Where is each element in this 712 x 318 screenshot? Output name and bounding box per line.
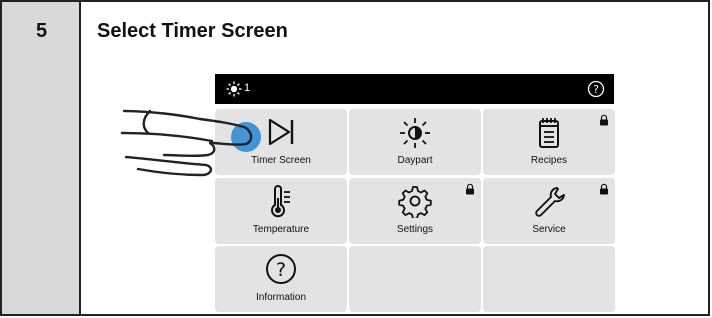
device-screen: 1 ? Timer Screen Daypart Recipes Tempera… (215, 74, 615, 312)
svg-text:?: ? (593, 83, 599, 96)
top-bar: 1 ? (215, 74, 614, 104)
tile-label: Service (532, 224, 566, 235)
brightness-level: 1 (244, 82, 251, 94)
tile-label: Information (255, 292, 307, 303)
pointing-hand-icon (120, 109, 261, 177)
step-title: Select Timer Screen (97, 20, 288, 42)
gear-icon (398, 186, 432, 218)
thermometer-icon (271, 185, 290, 218)
step-number: 5 (35, 20, 48, 42)
tile-temperature[interactable]: Temperature (215, 178, 347, 244)
tile-empty (483, 246, 615, 312)
tile-recipes[interactable]: Recipes (483, 109, 615, 175)
tile-settings[interactable]: Settings (349, 178, 481, 244)
tile-label: Temperature (252, 224, 310, 235)
tile-label: Settings (396, 224, 434, 235)
tile-label: Recipes (530, 155, 568, 166)
instruction-frame: 5 Select Timer Screen 1 ? Timer Screen D… (0, 0, 710, 316)
svg-text:?: ? (276, 259, 286, 281)
tile-label: Daypart (397, 155, 433, 166)
lock-icon (600, 114, 608, 126)
help-circle-icon[interactable]: ? (587, 80, 605, 98)
lock-icon (600, 183, 608, 195)
step-number-column: 5 (2, 2, 81, 314)
tile-service[interactable]: Service (483, 178, 615, 244)
wrench-icon (535, 187, 565, 217)
tile-empty (349, 246, 481, 312)
daypart-sun-icon (400, 118, 430, 148)
tile-information[interactable]: ? Information (215, 246, 347, 312)
question-circle-icon: ? (266, 254, 296, 284)
tile-daypart[interactable]: Daypart (349, 109, 481, 175)
lock-icon (466, 183, 474, 195)
recipes-clipboard-icon (539, 118, 559, 148)
